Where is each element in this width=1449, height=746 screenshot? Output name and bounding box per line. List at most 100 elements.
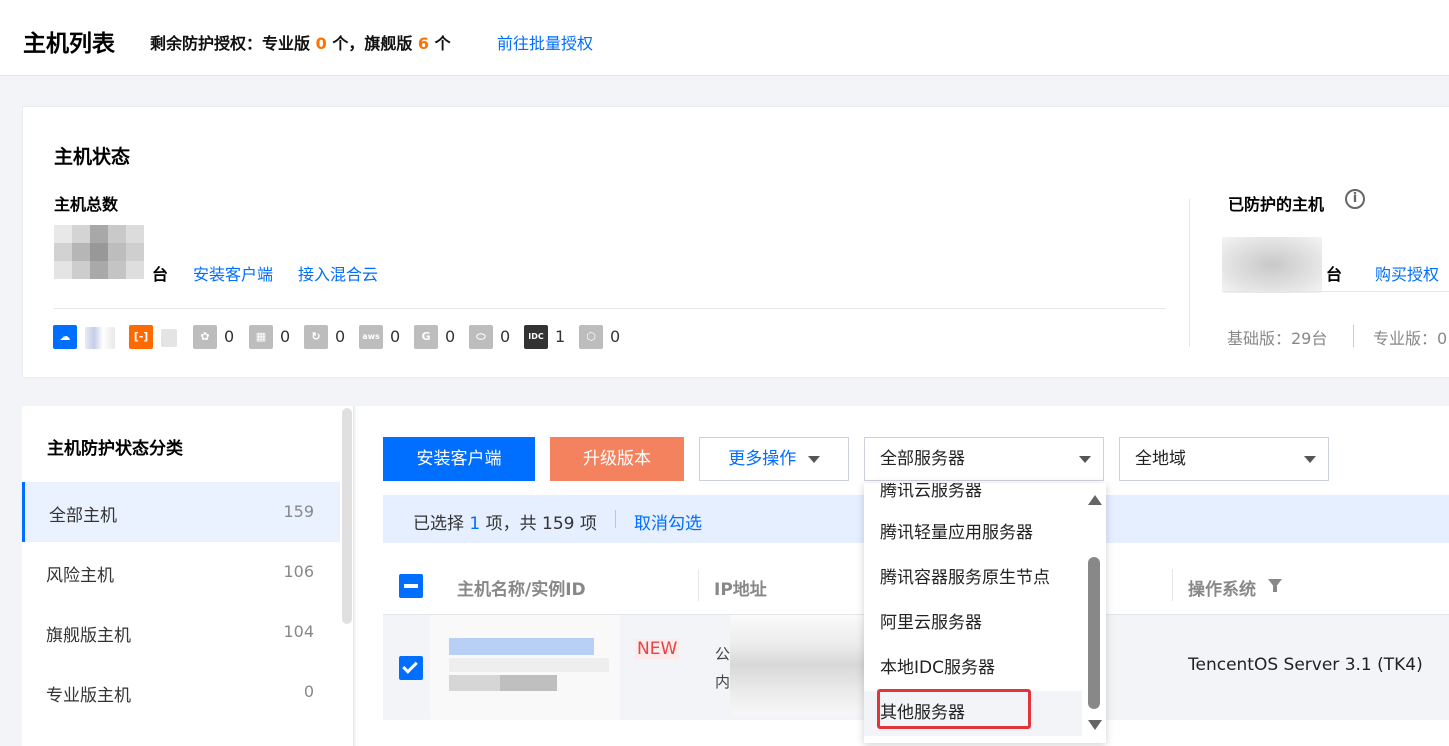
huawei-cloud-icon: ✿ <box>193 325 217 349</box>
selection-prefix: 已选择 <box>413 514 464 534</box>
aws-count: 0 <box>390 327 401 346</box>
idc-icon: IDC <box>524 325 548 349</box>
protection-category-panel: 主机防护状态分类 全部主机 159 风险主机 106 旗舰版主机 104 专业版… <box>22 406 354 746</box>
dropdown-option-tencent-container[interactable]: 腾讯容器服务原生节点 <box>864 556 1082 601</box>
dropdown-option-tencent-lighthouse[interactable]: 腾讯轻量应用服务器 <box>864 511 1082 556</box>
hybrid-cloud-link[interactable]: 接入混合云 <box>298 261 378 285</box>
selection-count: 1 <box>469 514 481 534</box>
basic-edition-count: 基础版：29台 <box>1227 329 1328 348</box>
buy-license-link[interactable]: 购买授权 <box>1375 261 1439 285</box>
quota-flagship-count: 6 <box>417 34 430 53</box>
dropdown-scroll-thumb[interactable] <box>1088 557 1100 709</box>
azure-count: 0 <box>280 327 291 346</box>
sidebar-item-risk-hosts[interactable]: 风险主机 106 <box>22 542 340 602</box>
edition-separator <box>1353 325 1354 347</box>
quota-suffix: 个 <box>434 34 451 53</box>
sidebar-item-count: 104 <box>283 622 314 641</box>
ip-public-label: 公 <box>715 645 731 663</box>
sidebar-item-label: 专业版主机 <box>46 686 131 706</box>
sidebar-item-count: 159 <box>283 502 314 521</box>
sidebar-item-pro-hosts[interactable]: 专业版主机 0 <box>22 662 340 722</box>
chevron-down-icon <box>1079 456 1091 463</box>
install-client-button[interactable]: 安装客户端 <box>383 437 535 481</box>
column-separator <box>698 569 699 601</box>
ip-private-label: 内 <box>715 673 731 691</box>
chevron-down-icon <box>807 455 820 463</box>
other-cloud-icon: ⬡ <box>579 325 603 349</box>
row-checkbox[interactable] <box>399 656 423 680</box>
info-icon[interactable]: i <box>1345 189 1365 209</box>
tencent-count-redacted <box>85 327 115 349</box>
selection-suffix: 项 <box>579 514 597 534</box>
batch-authorize-link[interactable]: 前往批量授权 <box>497 30 593 54</box>
sidebar-item-count: 106 <box>283 562 314 581</box>
azure-icon: ▦ <box>249 325 273 349</box>
host-name-redacted <box>430 615 620 720</box>
more-actions-label: 更多操作 <box>728 449 797 469</box>
quota-prefix: 剩余防护授权：专业版 <box>150 34 311 53</box>
cancel-selection-link[interactable]: 取消勾选 <box>634 509 702 534</box>
region-value: 全地域 <box>1135 449 1186 469</box>
scroll-up-icon[interactable] <box>1088 495 1102 505</box>
sidebar-scrollbar[interactable] <box>342 408 352 624</box>
status-divider <box>54 308 1166 309</box>
baidu-count: 0 <box>335 327 346 346</box>
protected-divider <box>1223 291 1449 292</box>
more-actions-button[interactable]: 更多操作 <box>699 437 849 481</box>
dropdown-option-tencent-cvm[interactable]: 腾讯云服务器 <box>864 483 1082 514</box>
huawei-count: 0 <box>224 327 235 346</box>
category-panel-title: 主机防护状态分类 <box>47 439 183 459</box>
column-header-name: 主机名称/实例ID <box>457 580 586 600</box>
sidebar-item-count: 0 <box>303 682 314 701</box>
host-status-title: 主机状态 <box>54 146 131 168</box>
chevron-down-icon <box>1304 456 1316 463</box>
region-select[interactable]: 全地域 <box>1119 437 1329 481</box>
other-count: 0 <box>610 327 621 346</box>
sidebar-item-label: 旗舰版主机 <box>46 626 131 646</box>
status-vertical-divider <box>1189 199 1190 347</box>
select-all-checkbox[interactable] <box>399 574 423 598</box>
quota-pro-count: 0 <box>315 34 327 53</box>
os-value: TencentOS Server 3.1 (TK4) <box>1188 655 1423 675</box>
host-total-unit: 台 <box>152 265 169 284</box>
selection-separator <box>615 510 616 528</box>
ip-address-redacted <box>730 615 864 715</box>
idc-count: 1 <box>555 327 566 346</box>
install-client-link[interactable]: 安装客户端 <box>193 261 273 285</box>
oracle-count: 0 <box>500 327 511 346</box>
server-type-select[interactable]: 全部服务器 <box>864 437 1104 481</box>
sidebar-item-label: 全部主机 <box>49 506 117 526</box>
oracle-cloud-icon: ⬭ <box>469 325 493 349</box>
sidebar-item-all-hosts[interactable]: 全部主机 159 <box>22 482 340 542</box>
aliyun-count-redacted <box>161 329 177 347</box>
server-type-value: 全部服务器 <box>880 449 965 469</box>
server-type-dropdown: 腾讯云服务器 腾讯轻量应用服务器 腾讯容器服务原生节点 阿里云服务器 本地IDC… <box>864 483 1106 743</box>
selection-summary: 已选择 1 项，共 159 项 <box>413 509 597 534</box>
upgrade-version-button[interactable]: 升级版本 <box>550 437 684 481</box>
column-separator <box>1172 569 1173 601</box>
baidu-cloud-icon: ↻ <box>304 325 328 349</box>
dropdown-option-local-idc[interactable]: 本地IDC服务器 <box>864 646 1082 691</box>
host-total-value-redacted <box>54 225 144 279</box>
column-header-ip: IP地址 <box>714 580 767 600</box>
page-title: 主机列表 <box>23 31 115 57</box>
quota-mid: 个，旗舰版 <box>332 34 413 53</box>
quota-text: 剩余防护授权：专业版 0 个，旗舰版 6 个 <box>150 30 451 54</box>
column-header-os[interactable]: 操作系统 <box>1188 575 1256 600</box>
tencent-cloud-icon: ☁ <box>53 325 77 349</box>
dropdown-option-aliyun[interactable]: 阿里云服务器 <box>864 601 1082 646</box>
google-cloud-icon: G <box>414 325 438 349</box>
host-status-card: 主机状态 主机总数 台 安装客户端 接入混合云 ☁ [-] ✿ 0 ▦ 0 ↻ … <box>22 106 1449 378</box>
sidebar-item-flagship-hosts[interactable]: 旗舰版主机 104 <box>22 602 340 662</box>
selection-total: 159 <box>542 514 575 534</box>
protected-hosts-title: 已防护的主机 <box>1228 195 1325 214</box>
pro-edition-count: 专业版：0 <box>1373 329 1448 348</box>
top-bar: 主机列表 剩余防护授权：专业版 0 个，旗舰版 6 个 前往批量授权 <box>0 0 1449 76</box>
protected-count-redacted <box>1222 237 1322 293</box>
google-count: 0 <box>445 327 456 346</box>
protected-unit: 台 <box>1326 265 1343 284</box>
aws-icon: aws <box>359 325 383 349</box>
filter-icon-stem <box>1273 586 1277 592</box>
scroll-down-icon[interactable] <box>1088 720 1102 730</box>
highlight-box <box>877 689 1031 729</box>
